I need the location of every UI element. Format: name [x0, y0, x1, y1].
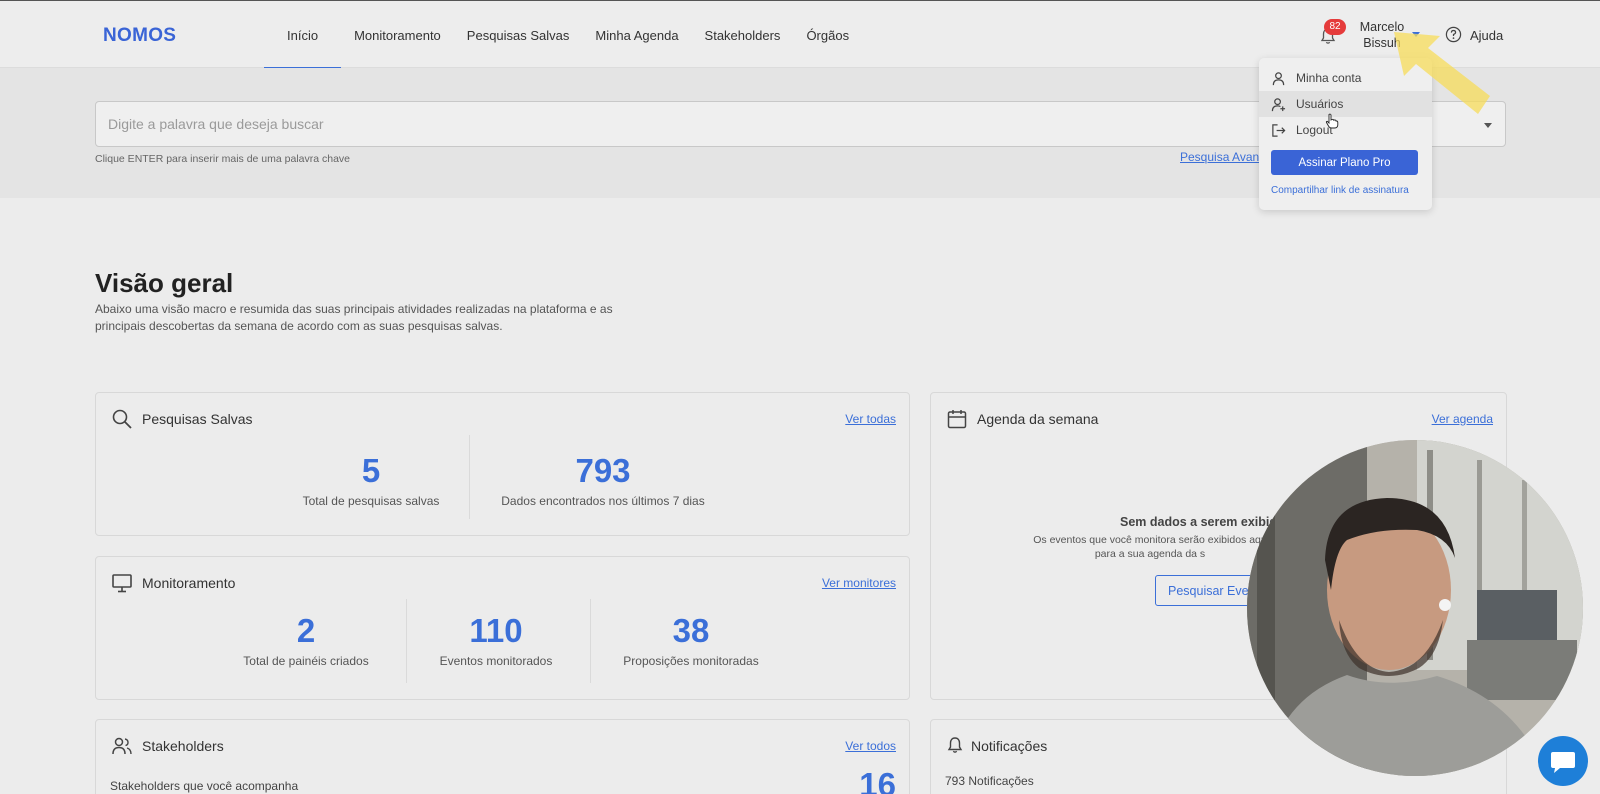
card-title: Pesquisas Salvas [142, 411, 253, 427]
search-icon [112, 409, 132, 429]
chat-widget-button[interactable] [1538, 736, 1588, 786]
empty-state-title: Sem dados a serem exibido [1120, 515, 1285, 529]
search-hint: Clique ENTER para inserir mais de uma pa… [95, 153, 351, 165]
search-dropdown-chevron-icon[interactable] [1484, 123, 1492, 128]
presenter-video-image [1247, 440, 1583, 776]
subscribe-pro-button[interactable]: Assinar Plano Pro [1271, 150, 1418, 175]
bell-icon [947, 737, 963, 753]
stat-total-saved-searches: 5 Total de pesquisas salvas [281, 451, 461, 508]
notifications-count: 793 Notificações [945, 774, 1034, 788]
page-description: Abaixo uma visão macro e resumida das su… [95, 302, 613, 333]
advanced-search-link[interactable]: Pesquisa Avan [1180, 150, 1259, 164]
logout-icon [1272, 123, 1286, 137]
card-title: Stakeholders [142, 738, 224, 754]
saved-searches-card: Pesquisas Salvas Ver todas 5 Total de pe… [95, 392, 910, 536]
stat-label: Total de pesquisas salvas [302, 494, 440, 508]
stat-panels-created: 2 Total de painéis criados [226, 611, 386, 668]
nav-item-pesquisas-salvas[interactable]: Pesquisas Salvas [454, 1, 583, 69]
divider [469, 435, 470, 519]
stat-label: Total de painéis criados [243, 654, 369, 668]
empty-state-line: Os eventos que você monitora serão exibi… [1033, 534, 1267, 546]
stat-value: 38 [672, 612, 710, 649]
page-title: Visão geral [95, 268, 234, 298]
stat-value: 793 [575, 452, 631, 489]
menu-item-label: Minha conta [1296, 71, 1362, 85]
monitoring-card: Monitoramento Ver monitores 2 Total de p… [95, 556, 910, 700]
main-nav: Início Monitoramento Pesquisas Salvas Mi… [264, 1, 862, 69]
stat-value: 5 [361, 452, 381, 489]
calendar-icon [947, 410, 967, 429]
stat-events-monitored: 110 Eventos monitorados [421, 611, 571, 668]
webcam-overlay [1247, 440, 1583, 776]
user-plus-icon [1271, 97, 1286, 111]
nav-item-monitoramento[interactable]: Monitoramento [341, 1, 454, 69]
stat-label: Dados encontrados nos últimos 7 dias [501, 494, 705, 508]
stakeholders-card: Stakeholders Ver todos Stakeholders que … [95, 719, 910, 794]
chat-icon [1551, 752, 1575, 773]
menu-item-label: Usuários [1296, 97, 1344, 111]
stat-propositions-monitored: 38 Proposições monitoradas [606, 611, 776, 668]
nav-item-orgaos[interactable]: Órgãos [793, 1, 862, 69]
view-monitors-link[interactable]: Ver monitores [822, 576, 896, 590]
empty-state-line: para a sua agenda da s [1094, 548, 1206, 560]
card-title: Notificações [971, 738, 1048, 754]
stat-label: Proposições monitoradas [623, 654, 759, 668]
view-agenda-link[interactable]: Ver agenda [1432, 412, 1493, 426]
nav-item-inicio[interactable]: Início [264, 1, 342, 69]
stat-value: 110 [469, 612, 523, 649]
stakeholders-count: 16 [859, 766, 896, 794]
divider [590, 599, 591, 683]
card-title: Agenda da semana [977, 411, 1099, 427]
monitor-icon [112, 574, 132, 593]
nav-item-minha-agenda[interactable]: Minha Agenda [582, 1, 691, 69]
stat-value: 2 [296, 612, 316, 649]
stat-data-found: 793 Dados encontrados nos últimos 7 dias [498, 451, 708, 508]
card-title: Monitoramento [142, 575, 236, 591]
app-logo[interactable]: NOMOS [103, 25, 176, 47]
view-all-saved-searches-link[interactable]: Ver todas [845, 412, 896, 426]
menu-item-logout[interactable]: Logout [1259, 117, 1432, 143]
stat-label: Eventos monitorados [439, 654, 553, 668]
nav-item-stakeholders[interactable]: Stakeholders [692, 1, 794, 69]
users-icon [112, 737, 132, 755]
notification-badge: 82 [1324, 19, 1346, 35]
empty-state-description: Os eventos que você monitora serão exibi… [1020, 533, 1280, 561]
hand-cursor-icon [1325, 113, 1339, 129]
divider [406, 599, 407, 683]
view-all-stakeholders-link[interactable]: Ver todos [845, 739, 896, 753]
user-icon [1272, 71, 1285, 85]
share-subscription-link[interactable]: Compartilhar link de assinatura [1271, 185, 1409, 196]
stakeholders-subtitle: Stakeholders que você acompanha [110, 779, 299, 793]
highlight-arrow-icon [1394, 32, 1490, 114]
